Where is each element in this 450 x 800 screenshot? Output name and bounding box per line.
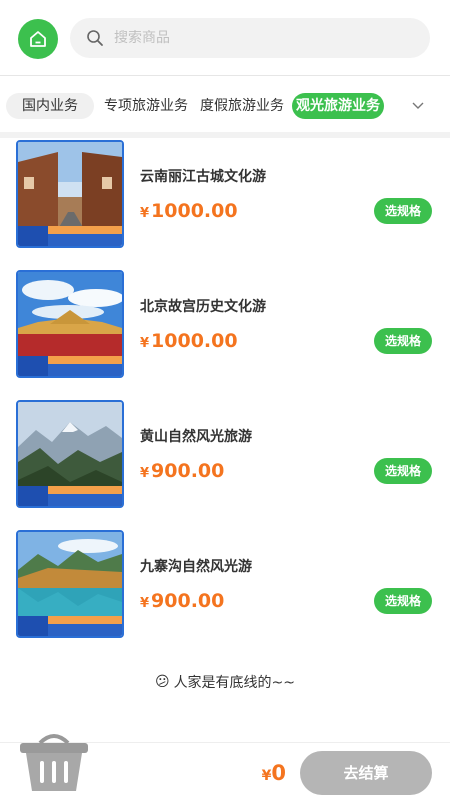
lake-reflection-image <box>18 532 122 636</box>
product-name[interactable]: 北京故宫历史文化游 <box>140 296 266 316</box>
product-thumbnail[interactable] <box>16 530 124 638</box>
product-name[interactable]: 九寨沟自然风光游 <box>140 556 252 576</box>
old-town-street-image <box>18 142 122 246</box>
tab-vacation-tours[interactable]: 度假旅游业务 <box>196 93 288 119</box>
end-note-text: 人家是有底线的~~ <box>173 675 296 691</box>
search-icon <box>87 30 103 46</box>
cart-bar: ¥0 去结算 <box>0 734 450 800</box>
home-button[interactable] <box>18 19 58 59</box>
tab-sightseeing-tours[interactable]: 观光旅游业务 <box>292 93 384 119</box>
palace-roof-image <box>18 272 122 376</box>
confused-face-icon: 😕 <box>154 674 170 690</box>
cart-button[interactable] <box>18 729 90 793</box>
product-thumbnail[interactable] <box>16 140 124 248</box>
product-thumbnail[interactable] <box>16 270 124 378</box>
select-spec-button[interactable]: 选规格 <box>374 588 432 614</box>
select-spec-button[interactable]: 选规格 <box>374 458 432 484</box>
chevron-down-icon <box>412 102 424 109</box>
top-header <box>0 0 450 76</box>
tab-special-tours[interactable]: 专项旅游业务 <box>100 93 192 119</box>
end-of-list-note: 😕 人家是有底线的~~ <box>0 672 450 692</box>
product-item[interactable]: 北京故宫历史文化游 ¥1000.00 选规格 <box>0 270 450 380</box>
tab-domestic[interactable]: 国内业务 <box>6 93 94 119</box>
select-spec-button[interactable]: 选规格 <box>374 328 432 354</box>
product-name[interactable]: 黄山自然风光旅游 <box>140 426 252 446</box>
product-price: ¥900.00 <box>140 460 225 482</box>
product-thumbnail[interactable] <box>16 400 124 508</box>
category-tabs: 国内业务 专项旅游业务 度假旅游业务 观光旅游业务 <box>0 80 450 132</box>
basket-icon <box>20 734 88 791</box>
product-item[interactable]: 黄山自然风光旅游 ¥900.00 选规格 <box>0 400 450 510</box>
cart-total: ¥0 <box>261 761 286 785</box>
tabs-expand-button[interactable] <box>408 96 428 116</box>
product-name[interactable]: 云南丽江古城文化游 <box>140 166 266 186</box>
select-spec-button[interactable]: 选规格 <box>374 198 432 224</box>
mountain-valley-image <box>18 402 122 506</box>
product-item[interactable]: 九寨沟自然风光游 ¥900.00 选规格 <box>0 530 450 640</box>
product-price: ¥900.00 <box>140 590 225 612</box>
product-item[interactable]: 云南丽江古城文化游 ¥1000.00 选规格 <box>0 140 450 250</box>
home-icon <box>30 31 46 47</box>
search-input[interactable] <box>114 30 394 46</box>
search-bar[interactable] <box>70 18 430 58</box>
section-divider <box>0 132 450 138</box>
product-price: ¥1000.00 <box>140 330 238 352</box>
checkout-button[interactable]: 去结算 <box>300 751 432 795</box>
product-price: ¥1000.00 <box>140 200 238 222</box>
